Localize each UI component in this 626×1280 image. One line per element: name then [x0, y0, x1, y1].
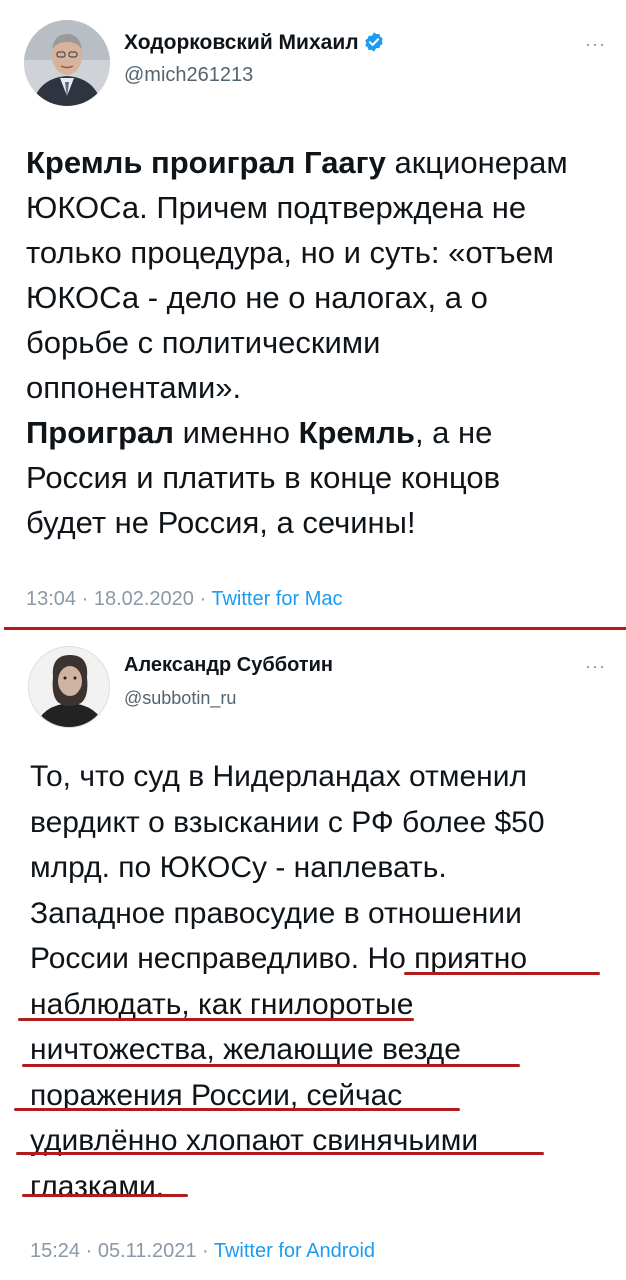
- timestamp-text[interactable]: 13:04 · 18.02.2020 ·: [26, 588, 211, 610]
- annotation-underline: [14, 1108, 460, 1111]
- tweet-line: млрд. по ЮКОСу - наплевать.: [30, 851, 447, 884]
- tweet-text: То, что суд в Нидерландах отменил вердик…: [30, 754, 626, 1209]
- author-name-text[interactable]: Ходорковский Михаил: [124, 31, 359, 54]
- annotation-underline: [22, 1194, 188, 1197]
- tweet-line: оппонентами».: [26, 370, 242, 405]
- tweet-line: Проиграл именно Кремль, а не: [26, 410, 626, 455]
- tweet-timestamp: 13:04 · 18.02.2020 · Twitter for Mac: [26, 588, 342, 611]
- bold-fragment: Кремль: [298, 415, 415, 450]
- source-link[interactable]: Twitter for Android: [214, 1240, 375, 1262]
- avatar-portrait-image: [24, 20, 110, 106]
- avatar-subbotin[interactable]: [28, 646, 110, 728]
- tweet-subbotin: Александр Субботин @subbotin_ru ··· То, …: [0, 632, 626, 1280]
- tweet-line: только процедура, но и суть: «отъем: [26, 235, 554, 270]
- author-handle[interactable]: @mich261213: [124, 64, 253, 87]
- annotation-divider-line: [4, 627, 626, 630]
- timestamp-text[interactable]: 15:24 · 05.11.2021 ·: [30, 1240, 214, 1262]
- annotation-underline: [404, 972, 600, 975]
- text-fragment: , а не: [414, 415, 493, 450]
- tweet-line: Россия и платить в конце концов: [26, 460, 501, 495]
- tweet-line: ЮКОСа. Причем подтверждена не: [26, 190, 527, 225]
- avatar-khodorkovsky[interactable]: [24, 20, 110, 106]
- tweet-line: То, что суд в Нидерландах отменил: [30, 760, 527, 793]
- avatar-portrait-image: [29, 647, 109, 727]
- text-fragment: именно: [174, 415, 299, 450]
- more-options-icon[interactable]: ···: [585, 656, 606, 677]
- tweet-line: удивлённо хлопают свинячьими: [30, 1124, 479, 1157]
- author-handle[interactable]: @subbotin_ru: [124, 688, 236, 709]
- tweet-line: ЮКОСа - дело не о налогах, а о: [26, 280, 488, 315]
- tweet-khodorkovsky: Ходорковский Михаил @mich261213 ··· Крем…: [0, 0, 626, 625]
- text-fragment: акционерам: [385, 145, 568, 180]
- annotation-underline: [18, 1018, 414, 1021]
- tweet-line: вердикт о взыскании с РФ более $50: [30, 805, 545, 839]
- tweet-timestamp: 15:24 · 05.11.2021 · Twitter for Android: [30, 1240, 375, 1263]
- author-name[interactable]: Александр Субботин: [124, 654, 333, 677]
- bold-fragment: Кремль проиграл Гаагу: [26, 145, 386, 180]
- tweet-line: борьбе с политическими: [26, 325, 381, 360]
- tweet-line: Западное правосудие в отношении: [30, 896, 522, 930]
- annotation-underline: [22, 1064, 520, 1067]
- more-options-icon[interactable]: ···: [585, 34, 606, 55]
- tweet-line: глазками.: [30, 1169, 165, 1203]
- bold-fragment: Проиграл: [26, 415, 174, 450]
- source-link[interactable]: Twitter for Mac: [211, 588, 342, 610]
- tweet-line: поражения России, сейчас: [30, 1078, 403, 1112]
- tweet-text: Кремль проиграл Гаагу акционерам ЮКОСа. …: [26, 140, 626, 545]
- author-name[interactable]: Ходорковский Михаил: [124, 31, 385, 55]
- tweet-line: Кремль проиграл Гаагу акционерам: [26, 140, 626, 185]
- verified-badge-icon: [364, 32, 383, 52]
- tweet-line: будет не Россия, а сечины!: [26, 505, 416, 540]
- annotation-underline: [16, 1152, 544, 1155]
